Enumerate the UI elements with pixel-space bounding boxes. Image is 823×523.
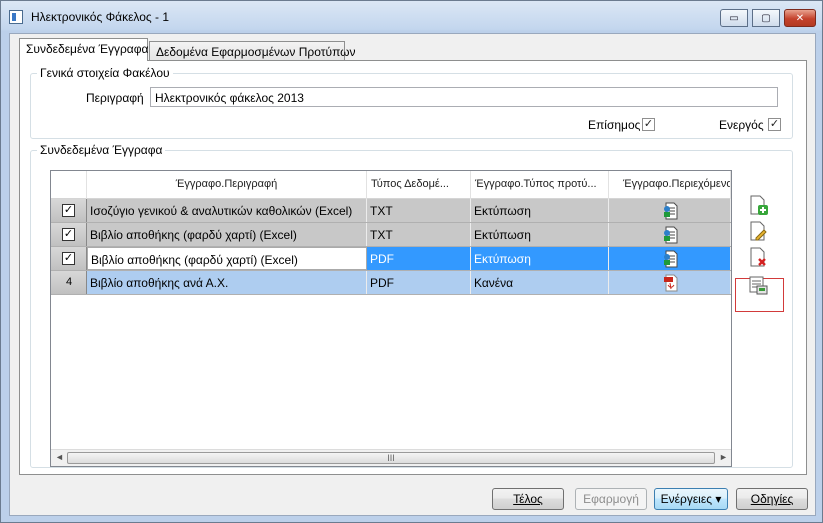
add-document-icon <box>750 195 768 215</box>
row-selector[interactable]: ✓ <box>51 199 87 222</box>
header-indicator <box>51 171 87 199</box>
row-selector[interactable]: 4 <box>51 271 87 294</box>
official-checkbox[interactable]: ✓ <box>642 118 655 131</box>
cell-content[interactable] <box>609 223 731 246</box>
cell-template-type[interactable]: Εκτύπωση <box>471 223 609 246</box>
cell-template-type[interactable]: Κανένα <box>471 271 609 294</box>
row-checkbox[interactable]: ✓ <box>62 204 75 217</box>
header-data-type[interactable]: Τύπος Δεδομέ... <box>367 171 471 199</box>
text-document-icon <box>664 226 678 244</box>
scroll-thumb[interactable]: III <box>67 452 715 464</box>
finish-label: Τέλος <box>513 492 543 506</box>
close-button[interactable]: ✕ <box>784 9 816 27</box>
cell-content[interactable] <box>609 199 731 222</box>
tab-applied-templates-data[interactable]: Δεδομένα Εφαρμοσμένων Προτύπων <box>149 41 356 62</box>
cell-data-type[interactable]: PDF <box>367 271 471 294</box>
table-row-selected[interactable]: ✓ Βιβλίο αποθήκης (φαρδύ χαρτί) (Excel) … <box>51 247 731 271</box>
general-info-title: Γενικά στοιχεία Φακέλου <box>37 66 173 80</box>
tab-linked-documents[interactable]: Συνδεδεμένα Έγγραφα <box>19 38 148 61</box>
title-bar[interactable]: Ηλεκτρονικός Φάκελος - 1 ▭ ▢ ✕ <box>1 1 822 33</box>
apply-button[interactable]: Εφαρμογή <box>575 488 647 510</box>
row-selector[interactable]: ✓ <box>51 223 87 246</box>
cell-description[interactable]: Βιβλίο αποθήκης (φαρδύ χαρτί) (Excel) <box>87 223 367 246</box>
linked-documents-title: Συνδεδεμένα Έγγραφα <box>37 143 166 157</box>
active-check-icon: ✓ <box>769 118 780 130</box>
cell-template-type[interactable]: Εκτύπωση <box>471 247 609 270</box>
cell-data-type[interactable]: PDF <box>367 247 471 270</box>
window-title: Ηλεκτρονικός Φάκελος - 1 <box>31 10 170 24</box>
help-label: Οδηγίες <box>750 492 794 506</box>
text-document-icon <box>664 250 678 268</box>
row-checkbox[interactable]: ✓ <box>62 228 75 241</box>
finish-button[interactable]: Τέλος <box>492 488 564 510</box>
grid-header: Έγγραφο.Περιγραφή Τύπος Δεδομέ... Έγγραφ… <box>51 171 731 199</box>
cell-template-type[interactable]: Εκτύπωση <box>471 199 609 222</box>
maximize-button[interactable]: ▢ <box>752 9 780 27</box>
view-document-icon <box>749 276 768 295</box>
edit-document-icon <box>750 221 767 241</box>
scroll-right-icon[interactable]: ► <box>719 452 728 462</box>
horizontal-scrollbar[interactable]: ◄ III ► <box>51 449 731 466</box>
delete-document-icon <box>750 247 766 267</box>
table-row[interactable]: 4 Βιβλίο αποθήκης ανά Α.Χ. PDF Κανένα <box>51 271 731 295</box>
official-check-icon: ✓ <box>643 118 654 130</box>
header-content[interactable]: Έγγραφο.Περιεχόμενο <box>609 171 731 199</box>
window: Ηλεκτρονικός Φάκελος - 1 ▭ ▢ ✕ Συνδεδεμέ… <box>0 0 823 523</box>
minimize-button[interactable]: ▭ <box>720 9 748 27</box>
table-row[interactable]: ✓ Ισοζύγιο γενικού & αναλυτικών καθολικώ… <box>51 199 731 223</box>
view-document-button[interactable] <box>746 273 770 297</box>
description-field[interactable]: Ηλεκτρονικός φάκελος 2013 <box>150 87 778 107</box>
cell-description[interactable]: Βιβλίο αποθήκης (φαρδύ χαρτί) (Excel) <box>87 247 367 270</box>
table-row[interactable]: ✓ Βιβλίο αποθήκης (φαρδύ χαρτί) (Excel) … <box>51 223 731 247</box>
cell-description[interactable]: Ισοζύγιο γενικού & αναλυτικών καθολικών … <box>87 199 367 222</box>
official-label: Επίσημος <box>588 118 641 132</box>
row-checkbox[interactable]: ✓ <box>62 252 75 265</box>
cell-data-type[interactable]: TXT <box>367 223 471 246</box>
row-number: 4 <box>65 276 73 288</box>
delete-document-button[interactable] <box>746 245 770 269</box>
cell-data-type[interactable]: TXT <box>367 199 471 222</box>
cell-description[interactable]: Βιβλίο αποθήκης ανά Α.Χ. <box>87 271 367 294</box>
add-document-button[interactable] <box>746 193 770 217</box>
help-button[interactable]: Οδηγίες <box>736 488 808 510</box>
dialog-client: Συνδεδεμένα Έγγραφα Δεδομένα Εφαρμοσμένω… <box>9 33 816 516</box>
text-document-icon <box>664 202 678 220</box>
active-label: Ενεργός <box>719 118 764 132</box>
header-description[interactable]: Έγγραφο.Περιγραφή <box>87 171 367 199</box>
edit-document-button[interactable] <box>746 219 770 243</box>
cell-content[interactable] <box>609 271 731 294</box>
general-info-group: Γενικά στοιχεία Φακέλου Περιγραφή Ηλεκτρ… <box>30 66 793 139</box>
tab-panel: Γενικά στοιχεία Φακέλου Περιγραφή Ηλεκτρ… <box>19 60 807 475</box>
cell-content[interactable] <box>609 247 731 270</box>
description-label: Περιγραφή <box>86 91 144 105</box>
active-checkbox[interactable]: ✓ <box>768 118 781 131</box>
documents-grid[interactable]: Έγγραφο.Περιγραφή Τύπος Δεδομέ... Έγγραφ… <box>50 170 732 467</box>
actions-dropdown-button[interactable]: Ενέργειες ▾ <box>654 488 728 510</box>
pdf-document-icon <box>664 274 678 292</box>
row-selector[interactable]: ✓ <box>51 247 87 270</box>
header-template-type[interactable]: Έγγραφο.Τύπος προτύ... <box>471 171 609 199</box>
scroll-left-icon[interactable]: ◄ <box>55 452 64 462</box>
app-icon <box>9 10 23 24</box>
